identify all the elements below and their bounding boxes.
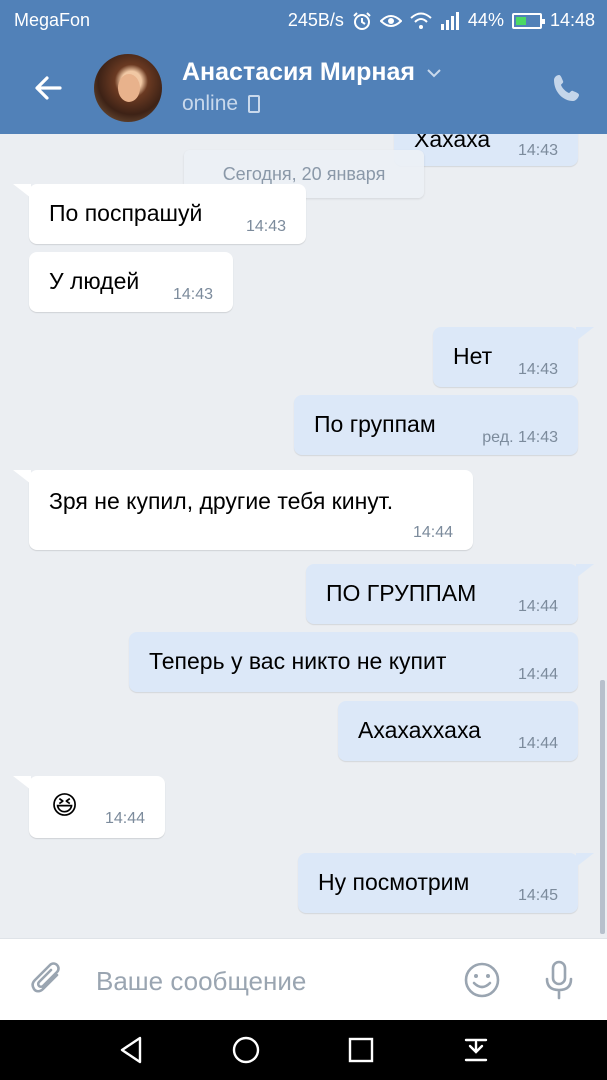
home-icon — [232, 1036, 260, 1064]
paperclip-icon — [31, 962, 60, 993]
status-right-group: 245B/s 44% 14:48 — [288, 10, 595, 31]
battery-level — [515, 16, 526, 25]
message-text: Нет — [453, 343, 493, 369]
message-outgoing[interactable]: Нет 14:43 — [433, 327, 594, 387]
message-time: 14:44 — [412, 524, 453, 541]
message-emoji: 😆 — [51, 790, 79, 820]
message-time: 14:43 — [172, 286, 213, 303]
chat-header: Анастасия Мирная online — [0, 40, 607, 134]
scrollbar[interactable] — [600, 680, 605, 934]
eye-icon — [379, 13, 402, 29]
message-list[interactable]: Хахаха 14:43 Сегодня, 20 января По поспр… — [0, 134, 607, 938]
message-text: По поспрашуй — [49, 200, 203, 226]
microphone-icon — [545, 960, 573, 1000]
chevron-down-icon — [427, 68, 441, 77]
message-text: У людей — [49, 268, 140, 294]
avatar[interactable] — [94, 54, 162, 122]
bubble-tail — [576, 564, 594, 578]
call-button[interactable] — [551, 72, 583, 104]
nav-back-button[interactable] — [116, 1034, 148, 1066]
clock: 14:48 — [549, 10, 595, 30]
nav-home-button[interactable] — [230, 1034, 262, 1066]
contact-status-row: online — [182, 92, 261, 116]
battery-percent: 44% — [467, 10, 504, 30]
carrier-label: MegaFon — [14, 10, 91, 30]
message-time: 14:43 — [517, 142, 558, 159]
message-incoming[interactable]: По поспрашуй 14:43 — [13, 184, 306, 244]
message-input[interactable] — [96, 961, 436, 1001]
message-text: Ахахаххаха — [358, 717, 481, 743]
message-outgoing[interactable]: По группам ред. 14:43 — [294, 395, 578, 455]
message-time: 14:43 — [245, 218, 286, 235]
system-nav-bar — [0, 1020, 607, 1080]
message-outgoing[interactable]: Теперь у вас никто не купит 14:44 — [129, 632, 578, 692]
message-incoming[interactable]: У людей 14:43 — [29, 252, 233, 312]
contact-status: online — [182, 92, 239, 115]
bubble-tail — [13, 776, 31, 790]
signal-icon — [440, 11, 460, 30]
phone-icon — [554, 75, 579, 101]
emoji-button[interactable] — [463, 961, 501, 999]
message-outgoing[interactable]: ПО ГРУППАМ 14:44 — [306, 564, 594, 624]
alarm-icon — [352, 11, 372, 31]
wifi-icon — [410, 12, 432, 30]
message-text: Теперь у вас никто не купит — [149, 648, 447, 674]
message-composer — [0, 938, 607, 1020]
message-time-edited: ред. 14:43 — [482, 429, 558, 446]
arrow-left-icon — [35, 76, 62, 100]
message-text: Зря не купил, другие тебя кинут. — [49, 488, 394, 514]
message-time: 14:44 — [517, 735, 558, 752]
bubble-tail — [13, 184, 31, 198]
back-icon — [120, 1036, 142, 1064]
message-text: По группам — [314, 411, 436, 437]
smiley-icon — [464, 962, 500, 998]
message-time: 14:43 — [517, 361, 558, 378]
back-button[interactable] — [30, 70, 66, 106]
bubble-tail — [576, 327, 594, 341]
message-text: Хахаха — [414, 134, 491, 152]
bubble-tail — [576, 853, 594, 867]
message-incoming[interactable]: Зря не купил, другие тебя кинут. 14:44 — [13, 470, 473, 550]
net-speed: 245B/s — [287, 10, 344, 30]
contact-name: Анастасия Мирная — [182, 58, 415, 86]
message-time: 14:44 — [104, 810, 145, 827]
bubble-tail — [13, 470, 31, 484]
voice-record-button[interactable] — [541, 959, 577, 1001]
mobile-device-icon — [248, 95, 261, 113]
nav-notifications-button[interactable] — [460, 1034, 492, 1066]
message-text: ПО ГРУППАМ — [326, 580, 477, 606]
message-time: 14:44 — [517, 598, 558, 615]
attach-button[interactable] — [30, 961, 66, 1001]
battery-icon — [511, 12, 545, 29]
message-outgoing[interactable]: Ну посмотрим 14:45 — [298, 853, 594, 913]
nav-recents-button[interactable] — [345, 1034, 377, 1066]
message-time: 14:44 — [517, 666, 558, 683]
notifications-icon — [464, 1038, 488, 1062]
message-text: Ну посмотрим — [318, 869, 470, 895]
status-bar: MegaFon 245B/s 44% 14:48 — [0, 0, 607, 40]
message-outgoing[interactable]: Ахахаххаха 14:44 — [338, 701, 578, 761]
message-time: 14:45 — [517, 887, 558, 904]
recents-icon — [348, 1037, 374, 1063]
contact-name-row[interactable]: Анастасия Мирная — [182, 58, 443, 87]
message-incoming[interactable]: 😆 14:44 — [13, 776, 165, 838]
